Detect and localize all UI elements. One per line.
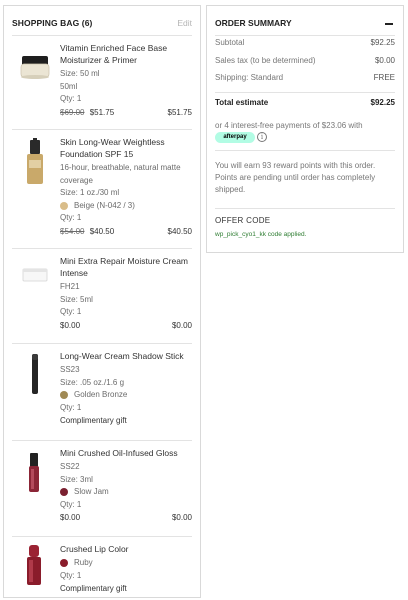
item-qty: Qty: 1 bbox=[60, 402, 82, 412]
summary-divider bbox=[215, 92, 395, 93]
line-total: $40.50 bbox=[167, 226, 192, 236]
item-info: Skin Long-Wear Weightless Foundation SPF… bbox=[60, 136, 192, 238]
item-variant: 50ml bbox=[60, 81, 78, 91]
item-size: Size: 3ml bbox=[60, 474, 93, 484]
line-total: $0.00 bbox=[171, 513, 192, 522]
product-name[interactable]: Skin Long-Wear Weightless Foundation SPF… bbox=[60, 136, 192, 160]
tax-value: $0.00 bbox=[374, 56, 395, 65]
summary-header[interactable]: ORDER SUMMARY bbox=[215, 18, 395, 30]
item-qty: Qty: 1 bbox=[60, 94, 82, 103]
line-total: $0.00 bbox=[171, 320, 192, 330]
cream-jar-icon bbox=[22, 268, 48, 282]
face-base-jar-icon bbox=[20, 56, 50, 79]
price-row: $0.00 $0.00 bbox=[60, 511, 192, 524]
edit-bag-link[interactable]: Edit bbox=[177, 18, 192, 28]
info-icon[interactable]: i bbox=[257, 132, 267, 142]
bag-header: SHOPPING BAG (6) Edit bbox=[12, 18, 192, 30]
item-divider bbox=[12, 440, 192, 441]
item-info: Mini Extra Repair Moisture Cream Intense… bbox=[60, 255, 192, 332]
item-qty: Qty: 1 bbox=[60, 570, 82, 580]
summary-title: ORDER SUMMARY bbox=[215, 18, 292, 28]
item-divider bbox=[12, 536, 192, 537]
gloss-tube-icon bbox=[29, 453, 39, 492]
item-qty: Qty: 1 bbox=[60, 307, 82, 316]
afterpay-text: or 4 interest-free payments of $23.06 wi… bbox=[215, 121, 363, 130]
item-shade: Slow Jam bbox=[60, 486, 192, 499]
subtotal-label: Subtotal bbox=[215, 38, 245, 47]
product-name[interactable]: Mini Crushed Oil-Infused Gloss bbox=[60, 447, 192, 459]
item-code: SS23 bbox=[60, 365, 80, 374]
shade-swatch bbox=[60, 488, 68, 497]
subtotal-row: Subtotal $92.25 bbox=[215, 38, 395, 50]
product-name[interactable]: Mini Extra Repair Moisture Cream Intense bbox=[60, 255, 192, 279]
shade-swatch bbox=[60, 391, 68, 400]
item-code: SS22 bbox=[60, 462, 80, 471]
product-name[interactable]: Long-Wear Cream Shadow Stick bbox=[60, 350, 192, 362]
price-row: $0.00 $0.00 bbox=[60, 319, 192, 332]
item-divider bbox=[12, 343, 192, 344]
price: $0.00 bbox=[60, 513, 81, 522]
product-name[interactable]: Vitamin Enriched Face Base Moisturizer &… bbox=[60, 42, 192, 66]
bag-header-divider bbox=[12, 35, 192, 36]
total-label: Total estimate bbox=[215, 98, 269, 107]
price-row: $54.00 $40.50 $40.50 bbox=[60, 225, 192, 238]
shade-name: Ruby bbox=[74, 558, 93, 567]
bag-title: SHOPPING BAG (6) bbox=[12, 18, 93, 28]
shopping-bag-panel: SHOPPING BAG (6) Edit Vitamin Enriched F… bbox=[3, 5, 201, 598]
line-total: $51.75 bbox=[167, 107, 192, 117]
item-shade: Beige (N-042 / 3) bbox=[60, 200, 192, 213]
item-info: Mini Crushed Oil-Infused Gloss SS22 Size… bbox=[60, 447, 192, 524]
shipping-label: Shipping: Standard bbox=[215, 73, 284, 82]
original-price: $54.00 bbox=[60, 226, 85, 236]
item-divider bbox=[12, 248, 192, 249]
item-description: 16-hour, breathable, natural matte cover… bbox=[60, 163, 181, 185]
sale-price: $51.75 bbox=[89, 107, 115, 117]
collapse-minus-icon[interactable] bbox=[385, 23, 393, 25]
shade-name: Golden Bronze bbox=[74, 390, 128, 399]
item-qty: Qty: 1 bbox=[60, 213, 82, 222]
price-row: $69.00 $51.75 $51.75 bbox=[60, 106, 192, 119]
complimentary-label: Complimentary gift bbox=[60, 416, 127, 425]
item-info: Long-Wear Cream Shadow Stick SS23 Size: … bbox=[60, 350, 192, 427]
item-size: Size: 5ml bbox=[60, 294, 93, 304]
original-price: $69.00 bbox=[60, 107, 85, 117]
item-info: Crushed Lip Color Ruby Qty: 1 Compliment… bbox=[60, 543, 192, 595]
order-summary-panel: ORDER SUMMARY Subtotal $92.25 Sales tax … bbox=[206, 5, 404, 253]
shade-swatch bbox=[60, 559, 68, 568]
total-value: $92.25 bbox=[370, 98, 395, 107]
shade-name: Beige (N-042 / 3) bbox=[74, 200, 135, 210]
price: $0.00 bbox=[60, 320, 81, 330]
afterpay-badge: afterpay bbox=[215, 132, 255, 143]
item-size: Size: 1 oz./30 ml bbox=[60, 188, 120, 197]
offer-applied-message: wp_pick_cyo1_kk code applied. bbox=[215, 231, 307, 238]
shipping-value: FREE bbox=[373, 73, 395, 82]
foundation-bottle-icon bbox=[27, 138, 43, 184]
item-info: Vitamin Enriched Face Base Moisturizer &… bbox=[60, 42, 192, 119]
item-qty: Qty: 1 bbox=[60, 499, 82, 509]
lipstick-icon bbox=[27, 545, 41, 585]
complimentary-label: Complimentary gift bbox=[60, 584, 127, 593]
shipping-row: Shipping: Standard FREE bbox=[215, 73, 395, 85]
item-shade: Ruby bbox=[60, 557, 192, 570]
tax-row: Sales tax (to be determined) $0.00 bbox=[215, 56, 395, 68]
shade-swatch bbox=[60, 201, 68, 210]
reward-points-text: You will earn 93 reward points with this… bbox=[215, 161, 376, 194]
shade-name: Slow Jam bbox=[74, 487, 109, 496]
shadow-stick-icon bbox=[32, 354, 38, 394]
item-shade: Golden Bronze bbox=[60, 389, 192, 402]
item-code: FH21 bbox=[60, 282, 80, 291]
summary-divider bbox=[215, 208, 395, 209]
subtotal-value: $92.25 bbox=[370, 38, 395, 47]
offer-code-title[interactable]: OFFER CODE bbox=[215, 216, 270, 225]
product-name[interactable]: Crushed Lip Color bbox=[60, 543, 192, 555]
summary-header-divider bbox=[215, 35, 395, 36]
item-size: Size: 50 ml bbox=[60, 69, 100, 78]
tax-label: Sales tax (to be determined) bbox=[215, 56, 316, 65]
sale-price: $40.50 bbox=[89, 226, 115, 236]
total-row: Total estimate $92.25 bbox=[215, 98, 395, 110]
item-size: Size: .05 oz./1.6 g bbox=[60, 377, 125, 387]
item-divider bbox=[12, 129, 192, 130]
summary-divider bbox=[215, 150, 395, 151]
